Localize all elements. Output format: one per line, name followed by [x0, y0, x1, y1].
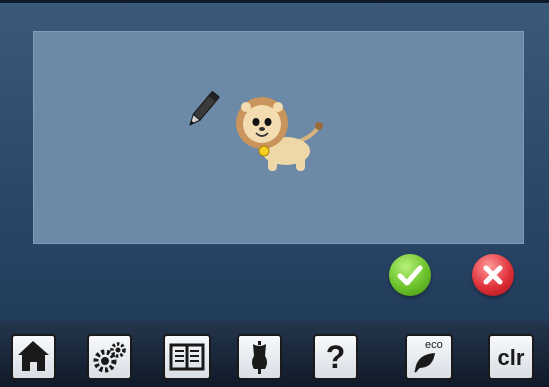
- settings-button[interactable]: [87, 334, 132, 380]
- book-icon: [169, 343, 205, 371]
- clear-button[interactable]: clr: [488, 334, 534, 380]
- tutorial-button[interactable]: [163, 334, 211, 380]
- help-button[interactable]: ?: [313, 334, 358, 380]
- x-icon: [483, 265, 503, 285]
- dress-form-icon: [252, 341, 267, 374]
- pencil-icon: [189, 91, 220, 126]
- checkmark-icon: [397, 265, 423, 286]
- eco-button[interactable]: eco: [405, 334, 453, 380]
- leaf-icon: [414, 353, 435, 373]
- confirm-button[interactable]: [389, 254, 431, 296]
- creative-consultant-button[interactable]: [237, 334, 282, 380]
- home-button[interactable]: [11, 334, 56, 380]
- clr-label: clr: [497, 345, 525, 370]
- bottom-toolbar: ? eco clr: [0, 321, 549, 387]
- cancel-button[interactable]: [472, 254, 514, 296]
- lion-icon: [236, 97, 323, 171]
- help-label: ?: [325, 339, 346, 375]
- home-icon: [18, 341, 49, 371]
- gears-icon: [93, 342, 126, 373]
